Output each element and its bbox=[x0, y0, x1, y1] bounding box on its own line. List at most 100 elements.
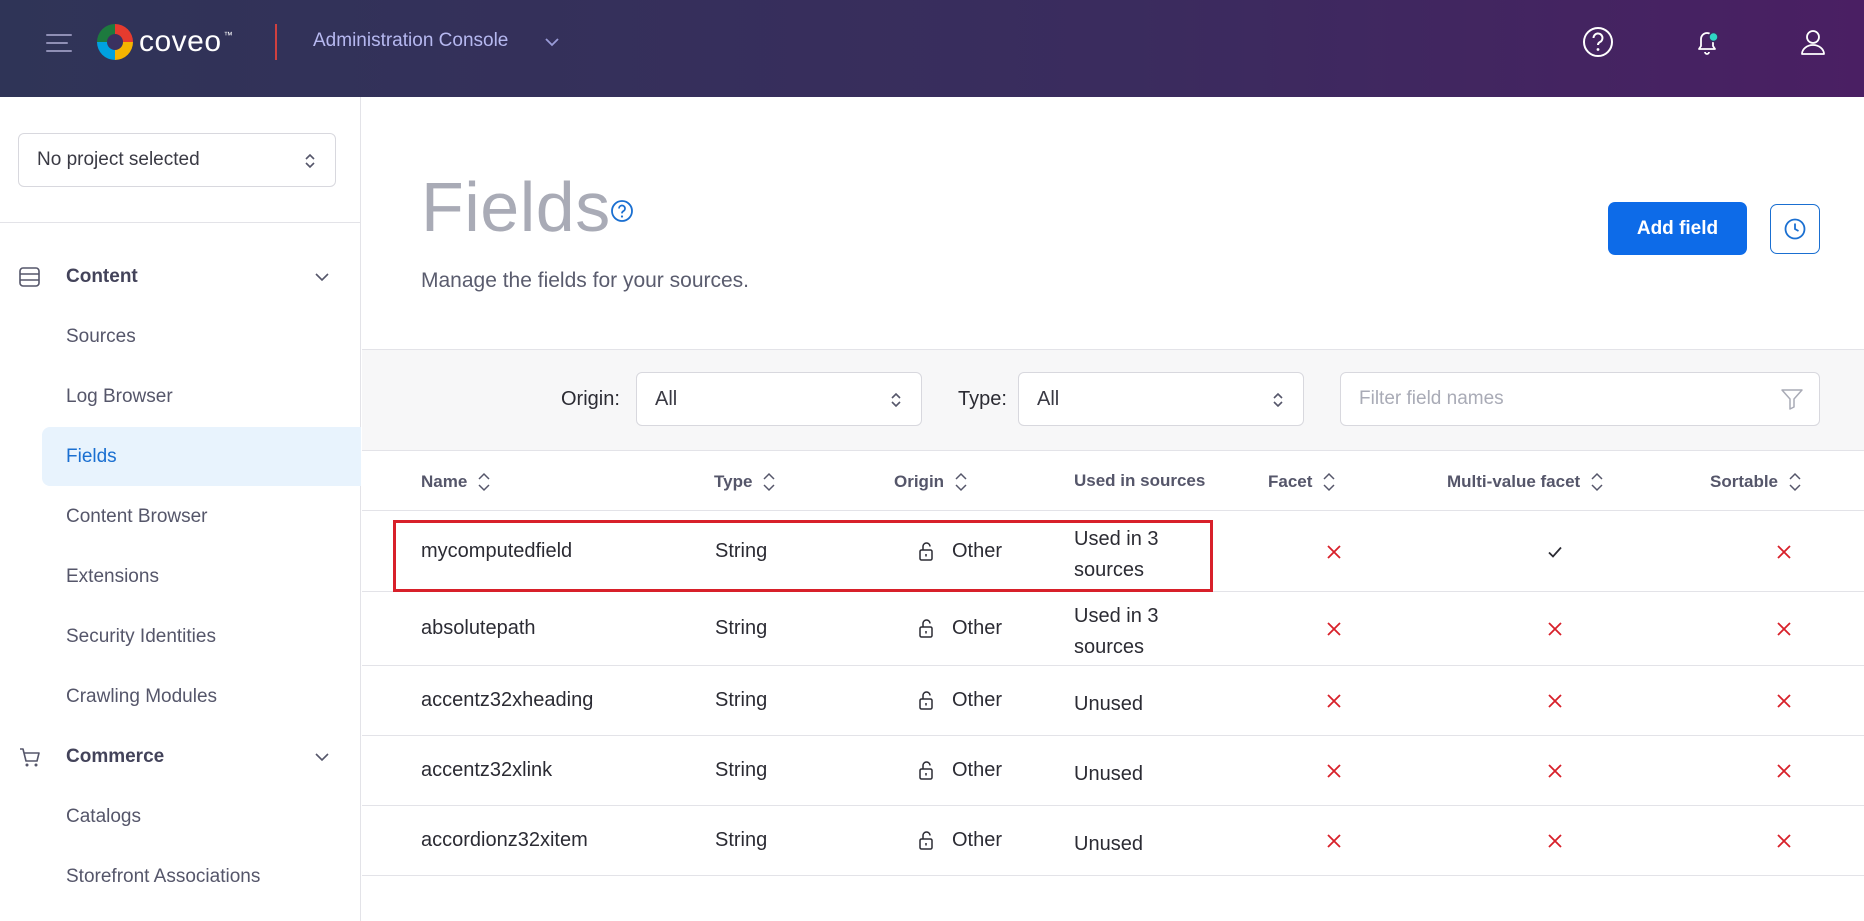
x-icon bbox=[1326, 833, 1342, 854]
updown-chevron-icon bbox=[305, 153, 315, 169]
used-in-sources: Unused bbox=[1074, 759, 1143, 790]
field-type: String bbox=[715, 759, 768, 781]
user-profile-icon[interactable] bbox=[1795, 24, 1831, 60]
column-header-label: Multi-value facet bbox=[1447, 472, 1581, 491]
activity-history-button[interactable] bbox=[1770, 204, 1820, 254]
column-header-multi-value-facet[interactable]: Multi-value facet bbox=[1447, 471, 1604, 493]
sort-icon bbox=[955, 472, 967, 492]
used-in-sources-line2: sources bbox=[1074, 559, 1145, 581]
field-type: String bbox=[715, 829, 768, 851]
type-filter-select[interactable]: All bbox=[1018, 372, 1304, 426]
x-icon bbox=[1326, 693, 1342, 714]
page-description: Manage the fields for your sources. bbox=[421, 269, 750, 292]
field-origin: Other bbox=[952, 540, 1003, 562]
used-in-sources: Used in 3 sources bbox=[1074, 524, 1159, 586]
sidebar-section-content[interactable]: Content bbox=[0, 255, 361, 299]
console-title[interactable]: Administration Console bbox=[313, 30, 508, 52]
sort-icon bbox=[478, 472, 490, 492]
brand-name: coveo bbox=[139, 25, 222, 58]
trademark: ™ bbox=[223, 30, 233, 40]
field-type: String bbox=[715, 689, 768, 711]
field-origin: Other bbox=[952, 759, 1003, 781]
table-row[interactable]: accordionz32xitem String Other Unused bbox=[362, 806, 1864, 876]
field-origin: Other bbox=[952, 689, 1003, 711]
project-select-value: No project selected bbox=[37, 149, 200, 170]
field-name: accentz32xlink bbox=[421, 759, 553, 781]
column-header-origin[interactable]: Origin bbox=[894, 471, 968, 493]
unlock-icon bbox=[918, 830, 936, 855]
used-in-sources-line1: Used in 3 bbox=[1074, 528, 1159, 550]
sidebar-item-content-browser[interactable]: Content Browser bbox=[42, 487, 361, 546]
x-icon bbox=[1776, 621, 1792, 642]
updown-chevron-icon bbox=[1273, 392, 1283, 408]
sidebar-item-crawling-modules[interactable]: Crawling Modules bbox=[42, 667, 361, 726]
sort-icon bbox=[763, 472, 775, 492]
x-icon bbox=[1776, 833, 1792, 854]
chevron-down-icon bbox=[315, 753, 329, 762]
sidebar-item-sources[interactable]: Sources bbox=[42, 307, 361, 366]
field-type: String bbox=[715, 617, 768, 639]
top-bar: coveo ™ Administration Console bbox=[0, 0, 1864, 97]
sidebar: No project selected Content Sources Log … bbox=[0, 97, 361, 921]
table-row[interactable]: accentz32xlink String Other Unused bbox=[362, 736, 1864, 806]
database-icon bbox=[19, 267, 40, 287]
x-icon bbox=[1776, 693, 1792, 714]
used-in-sources-line1: Unused bbox=[1074, 693, 1143, 715]
field-origin: Other bbox=[952, 829, 1003, 851]
used-in-sources: Unused bbox=[1074, 689, 1143, 720]
menu-icon[interactable] bbox=[46, 34, 72, 54]
column-header-label: Type bbox=[714, 472, 753, 491]
chevron-down-icon[interactable] bbox=[544, 34, 560, 50]
coveo-logo-mark bbox=[97, 24, 133, 60]
sort-icon bbox=[1789, 472, 1801, 492]
field-name-filter-input[interactable] bbox=[1340, 372, 1820, 426]
column-header-type[interactable]: Type bbox=[714, 471, 776, 493]
field-name: accordionz32xitem bbox=[421, 829, 588, 851]
coveo-logo[interactable]: coveo ™ bbox=[97, 24, 233, 60]
help-icon[interactable] bbox=[610, 199, 634, 223]
field-name: mycomputedfield bbox=[421, 540, 573, 562]
sidebar-item-security-identities[interactable]: Security Identities bbox=[42, 607, 361, 666]
table-header: Name Type Origin Used in sources Facet M… bbox=[362, 451, 1864, 511]
table-row[interactable]: mycomputedfield String Other Used in 3 sourc… bbox=[362, 512, 1864, 592]
table-row[interactable]: accentz32xheading String Other Unused bbox=[362, 666, 1864, 736]
used-in-sources-line1: Unused bbox=[1074, 833, 1143, 855]
header-divider bbox=[275, 24, 277, 60]
used-in-sources-line1: Used in 3 bbox=[1074, 605, 1159, 627]
help-icon[interactable] bbox=[1580, 24, 1616, 60]
notification-bell-icon[interactable] bbox=[1689, 24, 1725, 60]
used-in-sources-line1: Unused bbox=[1074, 763, 1143, 785]
field-name: accentz32xheading bbox=[421, 689, 594, 711]
column-header-label: Name bbox=[421, 472, 468, 491]
check-icon bbox=[1547, 544, 1563, 565]
sidebar-item-log-browser[interactable]: Log Browser bbox=[42, 367, 361, 426]
x-icon bbox=[1326, 544, 1342, 565]
project-select[interactable]: No project selected bbox=[18, 133, 336, 187]
origin-filter-select[interactable]: All bbox=[636, 372, 922, 426]
updown-chevron-icon bbox=[891, 392, 901, 408]
used-in-sources: Used in 3 sources bbox=[1074, 601, 1159, 663]
used-in-sources: Unused bbox=[1074, 829, 1143, 860]
x-icon bbox=[1776, 763, 1792, 784]
x-icon bbox=[1326, 621, 1342, 642]
column-header-sortable[interactable]: Sortable bbox=[1710, 471, 1802, 493]
sidebar-divider bbox=[0, 222, 361, 223]
sort-icon bbox=[1591, 472, 1603, 492]
origin-filter-value: All bbox=[655, 387, 678, 410]
sidebar-item-storefront-associations[interactable]: Storefront Associations bbox=[42, 847, 361, 906]
filter-funnel-icon bbox=[1781, 389, 1803, 410]
column-header-label: Used in sources bbox=[1074, 471, 1206, 490]
table-row[interactable]: absolutepath String Other Used in 3 sources bbox=[362, 592, 1864, 666]
clock-icon bbox=[1784, 218, 1806, 240]
column-header-facet[interactable]: Facet bbox=[1268, 471, 1336, 493]
origin-filter-label: Origin: bbox=[561, 388, 620, 410]
add-field-button[interactable]: Add field bbox=[1608, 202, 1747, 255]
sidebar-item-extensions[interactable]: Extensions bbox=[42, 547, 361, 606]
sidebar-item-fields[interactable]: Fields bbox=[42, 427, 361, 486]
column-header-name[interactable]: Name bbox=[421, 471, 491, 493]
sidebar-section-commerce[interactable]: Commerce bbox=[0, 735, 361, 779]
filter-bar: Origin: All Type: All bbox=[362, 349, 1864, 451]
sidebar-item-catalogs[interactable]: Catalogs bbox=[42, 787, 361, 846]
main-content: Fields Manage the fields for your source… bbox=[362, 97, 1864, 921]
column-header-label: Sortable bbox=[1710, 472, 1779, 491]
